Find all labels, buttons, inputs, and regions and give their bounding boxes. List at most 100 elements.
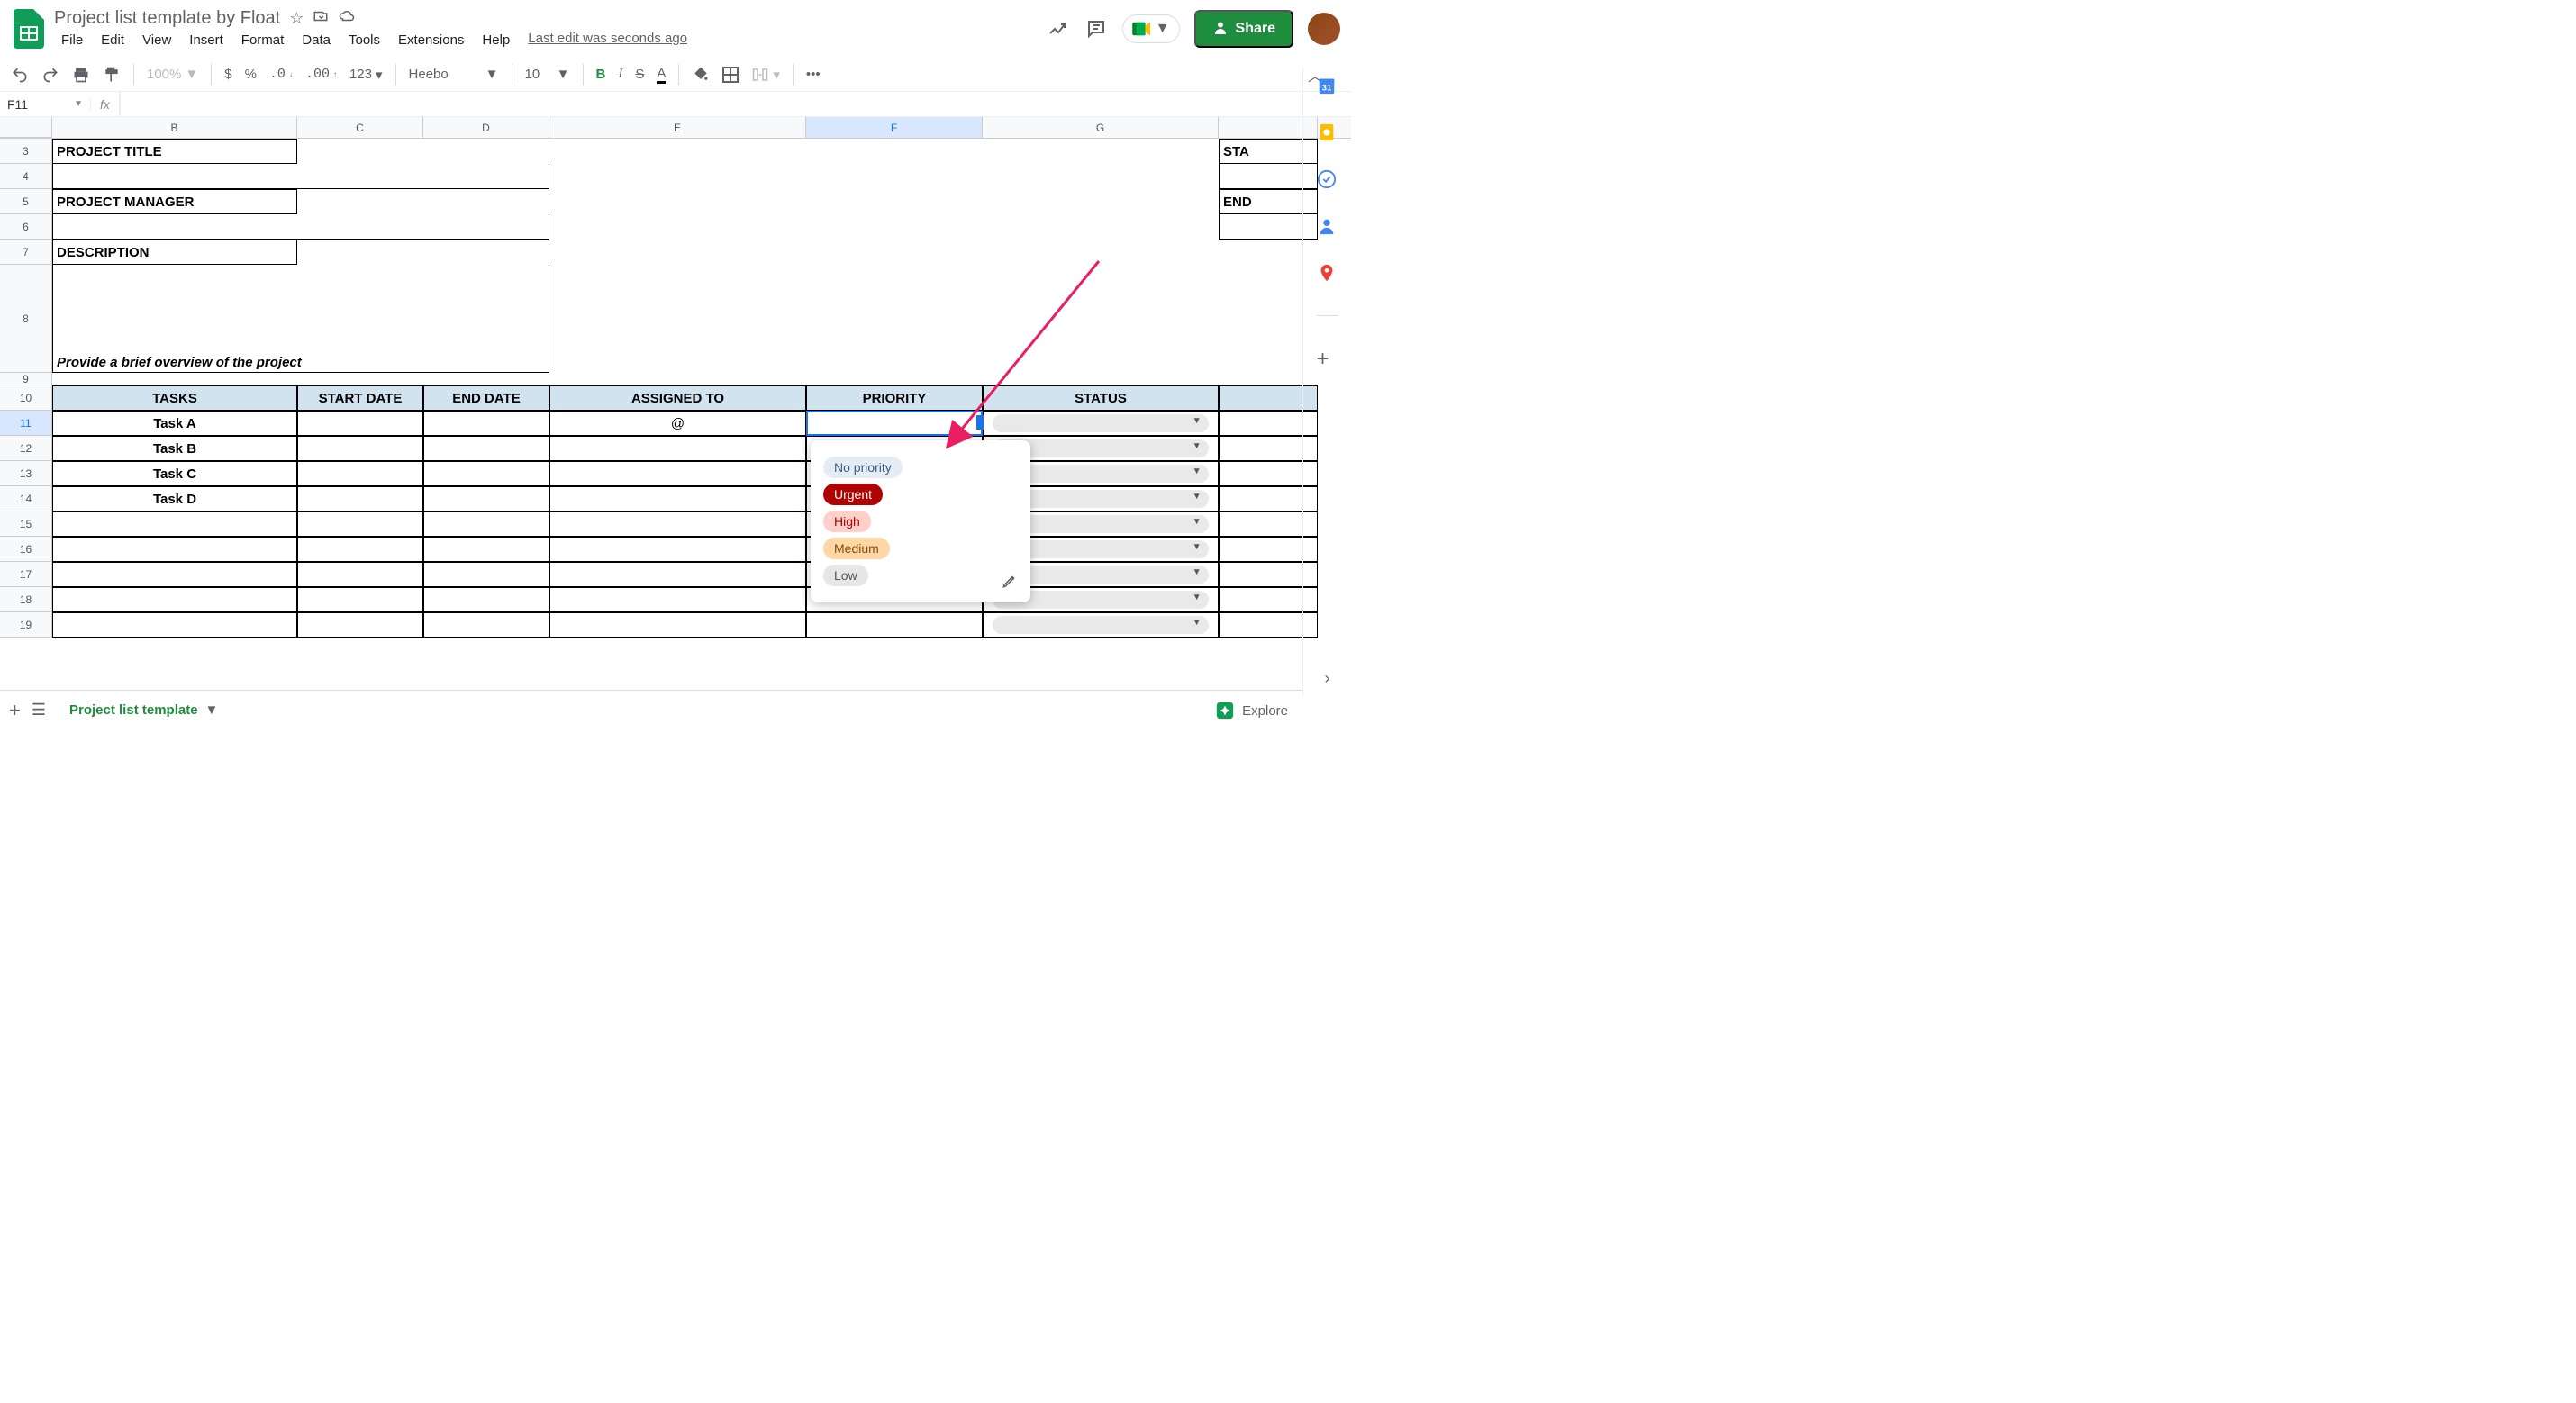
menu-help[interactable]: Help	[475, 31, 517, 50]
row-header[interactable]: 18	[0, 587, 52, 612]
header-priority[interactable]: PRIORITY	[806, 385, 983, 411]
priority-option-high[interactable]: High	[823, 511, 1018, 532]
priority-option-none[interactable]: No priority	[823, 457, 1018, 478]
strike-button[interactable]: S	[635, 67, 644, 82]
timeline-icon[interactable]	[1047, 17, 1070, 41]
table-cell[interactable]	[423, 461, 549, 486]
move-icon[interactable]	[313, 8, 329, 29]
table-cell[interactable]	[297, 587, 423, 612]
cell-project-title-label[interactable]: PROJECT TITLE	[52, 139, 297, 164]
maps-icon[interactable]	[1317, 263, 1338, 285]
print-button[interactable]	[72, 66, 90, 84]
row-header[interactable]: 15	[0, 511, 52, 537]
table-cell[interactable]	[423, 562, 549, 587]
table-cell[interactable]	[297, 436, 423, 461]
text-color-button[interactable]: A	[657, 66, 666, 84]
comments-icon[interactable]	[1084, 17, 1108, 41]
calendar-icon[interactable]: 31	[1317, 76, 1338, 97]
row-header[interactable]: 3	[0, 139, 52, 164]
priority-option-urgent[interactable]: Urgent	[823, 484, 1018, 505]
status-dropdown[interactable]	[993, 414, 1208, 432]
cell-project-title-input[interactable]	[52, 164, 549, 189]
meet-button[interactable]: ▼	[1122, 14, 1180, 43]
row-header[interactable]: 17	[0, 562, 52, 587]
assigned-cell[interactable]: @	[549, 411, 806, 436]
edit-dropdown-icon[interactable]	[1002, 573, 1018, 593]
table-cell[interactable]	[423, 587, 549, 612]
merge-button[interactable]: ▾	[751, 67, 780, 83]
col-header-E[interactable]: E	[549, 117, 806, 138]
bold-button[interactable]: B	[596, 67, 606, 82]
italic-button[interactable]: I	[618, 67, 622, 82]
table-cell[interactable]	[549, 537, 806, 562]
col-header-B[interactable]: B	[52, 117, 297, 138]
row-header[interactable]: 7	[0, 240, 52, 265]
table-cell[interactable]	[423, 511, 549, 537]
table-cell[interactable]	[549, 486, 806, 511]
paint-format-button[interactable]	[103, 66, 121, 84]
number-format-button[interactable]: 123 ▾	[349, 67, 383, 83]
table-cell[interactable]	[549, 511, 806, 537]
task-cell[interactable]: Task B	[52, 436, 297, 461]
table-cell[interactable]	[52, 587, 297, 612]
currency-button[interactable]: $	[224, 67, 231, 82]
formula-input[interactable]	[120, 92, 1351, 116]
cloud-icon[interactable]	[338, 8, 356, 29]
table-cell[interactable]	[297, 411, 423, 436]
row-header[interactable]: 11	[0, 411, 52, 436]
cell-description-label[interactable]: DESCRIPTION	[52, 240, 297, 265]
row-header[interactable]: 5	[0, 189, 52, 214]
fill-color-button[interactable]	[692, 66, 710, 84]
table-cell[interactable]	[297, 486, 423, 511]
header-end[interactable]: END DATE	[423, 385, 549, 411]
percent-button[interactable]: %	[245, 67, 257, 82]
row-header[interactable]: 12	[0, 436, 52, 461]
menu-data[interactable]: Data	[295, 31, 338, 50]
table-cell[interactable]	[423, 486, 549, 511]
table-cell[interactable]	[297, 461, 423, 486]
priority-option-medium[interactable]: Medium	[823, 538, 1018, 559]
priority-cell-selected[interactable]	[806, 411, 983, 436]
table-cell[interactable]	[52, 612, 297, 638]
increase-decimal-button[interactable]: .00↑	[305, 67, 337, 82]
col-header-G[interactable]: G	[983, 117, 1219, 138]
decrease-decimal-button[interactable]: .0↓	[269, 67, 293, 82]
table-cell[interactable]	[297, 511, 423, 537]
table-cell[interactable]	[297, 562, 423, 587]
menu-tools[interactable]: Tools	[341, 31, 387, 50]
table-cell[interactable]	[549, 461, 806, 486]
table-cell[interactable]	[549, 562, 806, 587]
header-start[interactable]: START DATE	[297, 385, 423, 411]
table-cell[interactable]	[806, 612, 983, 638]
col-header-D[interactable]: D	[423, 117, 549, 138]
spreadsheet-grid[interactable]: B C D E F G 3 PROJECT TITLE STA 4 5 PROJ…	[0, 117, 1351, 675]
menu-file[interactable]: File	[54, 31, 90, 50]
status-cell[interactable]	[983, 612, 1219, 638]
menu-extensions[interactable]: Extensions	[391, 31, 471, 50]
share-button[interactable]: Share	[1194, 10, 1293, 48]
table-cell[interactable]	[423, 537, 549, 562]
sheet-tab[interactable]: Project list template▼	[57, 697, 231, 723]
star-icon[interactable]: ☆	[289, 9, 304, 28]
menu-edit[interactable]: Edit	[94, 31, 132, 50]
cell-manager-input[interactable]	[52, 214, 549, 240]
cell-description-hint[interactable]: Provide a brief overview of the project	[52, 265, 549, 373]
header-assigned[interactable]: ASSIGNED TO	[549, 385, 806, 411]
explore-button[interactable]: Explore	[1206, 697, 1297, 724]
expand-panel-icon[interactable]: ›	[1325, 669, 1330, 688]
row-header[interactable]: 10	[0, 385, 52, 411]
table-cell[interactable]	[423, 436, 549, 461]
task-cell[interactable]: Task A	[52, 411, 297, 436]
row-header[interactable]: 6	[0, 214, 52, 240]
row-header[interactable]: 14	[0, 486, 52, 511]
name-box[interactable]: F11▼	[0, 95, 90, 113]
font-select[interactable]: Heebo▼	[409, 67, 499, 82]
menu-view[interactable]: View	[135, 31, 178, 50]
borders-button[interactable]	[722, 67, 739, 83]
all-sheets-button[interactable]: ☰	[32, 701, 46, 720]
document-title[interactable]: Project list template by Float	[54, 8, 280, 29]
table-cell[interactable]	[423, 612, 549, 638]
col-header-C[interactable]: C	[297, 117, 423, 138]
row-header[interactable]: 16	[0, 537, 52, 562]
table-cell[interactable]	[52, 537, 297, 562]
